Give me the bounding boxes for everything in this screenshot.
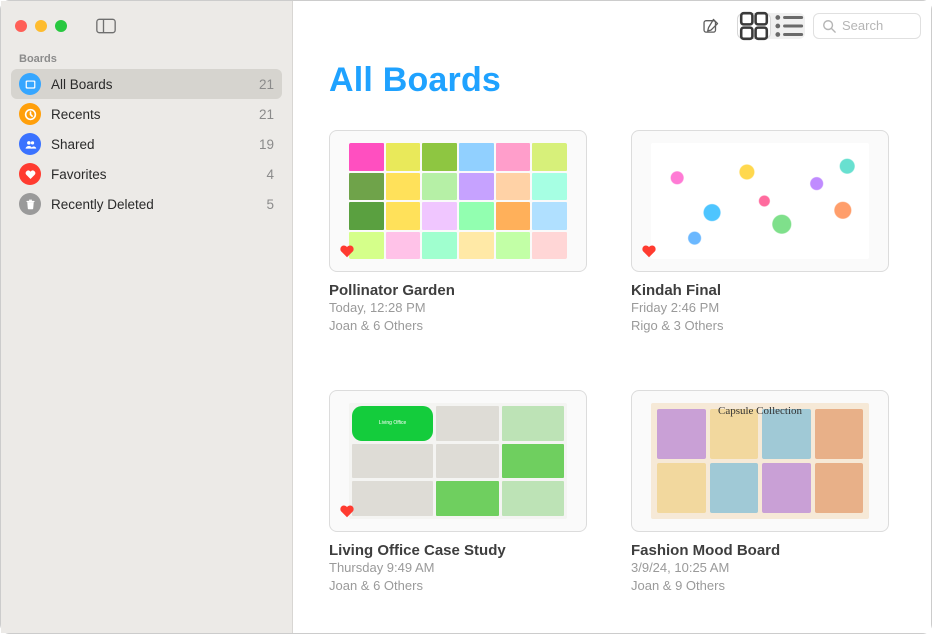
favorite-heart-icon <box>338 502 356 525</box>
favorite-heart-icon <box>640 242 658 265</box>
sidebar: Boards All Boards 21 Recents 21 Shared 19 Favo… <box>1 1 293 633</box>
board-card[interactable]: Kindah FinalFriday 2:46 PMRigo & 3 Other… <box>631 130 889 334</box>
board-thumbnail[interactable]: Living Office <box>329 390 587 532</box>
board-timestamp: 3/9/24, 10:25 AM <box>631 559 889 577</box>
board-timestamp: Thursday 9:49 AM <box>329 559 587 577</box>
sidebar-item-label: All Boards <box>51 77 113 92</box>
sidebar-item-shared[interactable]: Shared 19 <box>11 129 282 159</box>
sidebar-item-label: Shared <box>51 137 95 152</box>
heart-icon <box>19 163 41 185</box>
compose-button[interactable] <box>693 11 729 41</box>
board-thumbnail[interactable]: Capsule Collection <box>631 390 889 532</box>
board-card[interactable]: Capsule Collection Fashion Mood Board3/9/… <box>631 390 889 594</box>
board-title: Fashion Mood Board <box>631 542 889 559</box>
close-window-button[interactable] <box>15 20 27 32</box>
board-thumbnail[interactable] <box>631 130 889 272</box>
grid-icon <box>738 10 770 42</box>
sidebar-section-header: Boards <box>1 51 292 69</box>
sidebar-item-all-boards[interactable]: All Boards 21 <box>11 69 282 99</box>
board-collaborators: Rigo & 3 Others <box>631 317 889 335</box>
toggle-sidebar-button[interactable] <box>89 12 123 40</box>
boards-grid: Pollinator GardenToday, 12:28 PMJoan & 6… <box>329 130 895 594</box>
sidebar-item-count: 4 <box>266 167 274 182</box>
folder-icon <box>19 73 41 95</box>
board-title: Kindah Final <box>631 282 889 299</box>
list-view-button[interactable] <box>771 13 805 39</box>
trash-icon <box>19 193 41 215</box>
sidebar-item-recently-deleted[interactable]: Recently Deleted 5 <box>11 189 282 219</box>
sidebar-list: All Boards 21 Recents 21 Shared 19 Favorites 4 R… <box>1 69 292 219</box>
grid-view-button[interactable] <box>737 13 771 39</box>
sidebar-icon <box>96 17 116 35</box>
main-area: Search All Boards Pollinator GardenToday… <box>293 1 931 633</box>
page-title: All Boards <box>329 61 895 100</box>
window-controls <box>15 20 67 32</box>
sidebar-item-recents[interactable]: Recents 21 <box>11 99 282 129</box>
sidebar-item-label: Recents <box>51 107 101 122</box>
sidebar-item-count: 21 <box>259 77 274 92</box>
board-title: Pollinator Garden <box>329 282 587 299</box>
board-thumbnail-art <box>349 143 567 259</box>
zoom-window-button[interactable] <box>55 20 67 32</box>
board-card[interactable]: Pollinator GardenToday, 12:28 PMJoan & 6… <box>329 130 587 334</box>
sidebar-item-label: Recently Deleted <box>51 197 154 212</box>
sidebar-item-count: 5 <box>266 197 274 212</box>
sidebar-item-count: 19 <box>259 137 274 152</box>
board-thumbnail-art: Living Office <box>349 403 567 519</box>
main-toolbar: Search <box>293 1 931 51</box>
compose-icon <box>701 17 721 35</box>
clock-icon <box>19 103 41 125</box>
search-field[interactable]: Search <box>813 13 921 39</box>
board-collaborators: Joan & 6 Others <box>329 317 587 335</box>
window-titlebar <box>1 1 292 51</box>
view-mode-segment <box>737 13 805 39</box>
favorite-heart-icon <box>338 242 356 265</box>
content-area: All Boards Pollinator GardenToday, 12:28… <box>293 51 931 633</box>
sidebar-item-favorites[interactable]: Favorites 4 <box>11 159 282 189</box>
board-thumbnail[interactable] <box>329 130 587 272</box>
board-title: Living Office Case Study <box>329 542 587 559</box>
sidebar-item-label: Favorites <box>51 167 107 182</box>
search-placeholder: Search <box>842 18 883 33</box>
people-icon <box>19 133 41 155</box>
list-icon <box>771 9 805 43</box>
board-collaborators: Joan & 9 Others <box>631 577 889 595</box>
sidebar-item-count: 21 <box>259 107 274 122</box>
board-timestamp: Friday 2:46 PM <box>631 299 889 317</box>
board-collaborators: Joan & 6 Others <box>329 577 587 595</box>
minimize-window-button[interactable] <box>35 20 47 32</box>
board-card[interactable]: Living Office Living Office Case StudyThu… <box>329 390 587 594</box>
board-thumbnail-art: Capsule Collection <box>651 403 869 519</box>
search-icon <box>822 19 836 33</box>
board-timestamp: Today, 12:28 PM <box>329 299 587 317</box>
board-thumbnail-art <box>651 143 869 259</box>
